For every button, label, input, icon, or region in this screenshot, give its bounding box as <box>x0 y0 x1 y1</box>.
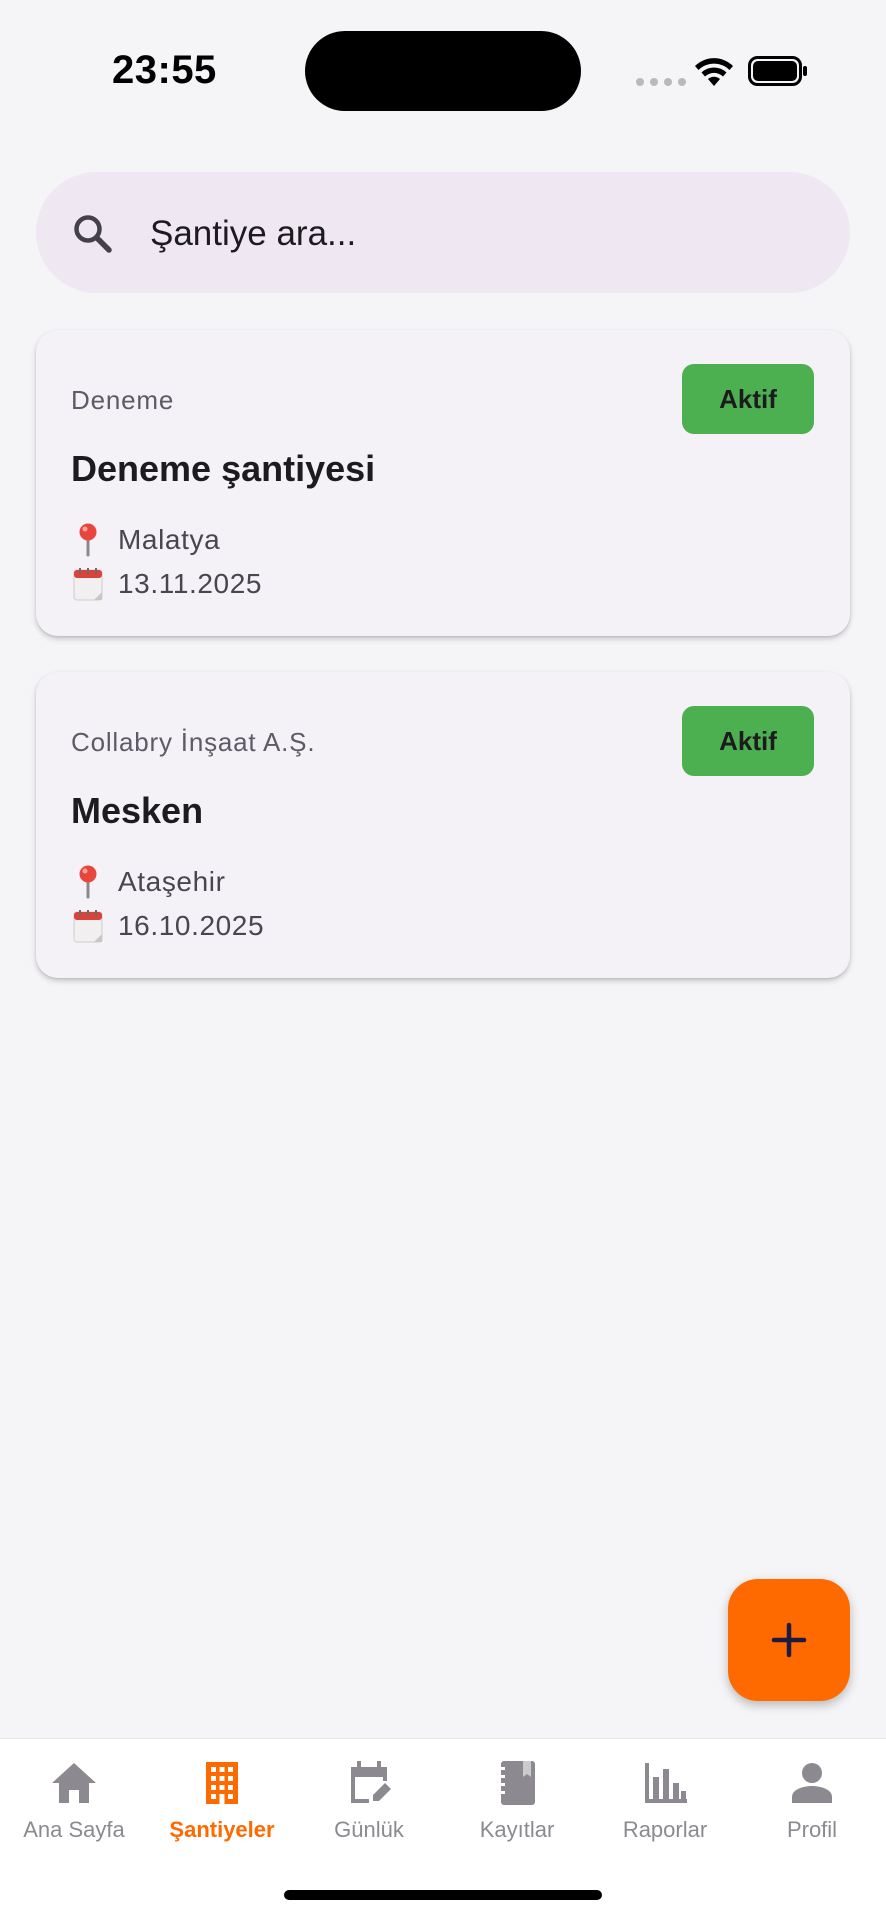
project-card[interactable]: Deneme Deneme şantiyesi Aktif Malatya 13… <box>36 330 850 636</box>
nav-label: Kayıtlar <box>479 1817 555 1842</box>
screen: 23:55 Deneme Deneme şantiyesi Aktif Mala… <box>0 0 886 1918</box>
notebook-icon <box>498 1761 535 1805</box>
home-indicator <box>284 1890 602 1900</box>
battery-icon <box>748 56 807 86</box>
status-badge: Aktif <box>682 706 814 776</box>
status-badge: Aktif <box>682 364 814 434</box>
nav-label: Ana Sayfa <box>23 1817 125 1842</box>
calendar-edit-icon <box>351 1761 391 1803</box>
nav-item-ana-sayfa[interactable]: Ana Sayfa <box>0 1739 148 1859</box>
project-name: Mesken <box>71 790 204 831</box>
plus-icon <box>771 1622 807 1658</box>
date-text: 16.10.2025 <box>118 910 265 941</box>
nav-item-gunluk[interactable]: Günlük <box>295 1739 443 1859</box>
wifi-icon <box>695 58 733 86</box>
pin-icon <box>79 865 97 899</box>
dynamic-island <box>305 31 581 111</box>
search-icon[interactable] <box>72 213 114 255</box>
date-text: 13.11.2025 <box>118 568 263 599</box>
nav-item-santiyeler[interactable]: Şantiyeler <box>148 1739 296 1859</box>
search-input[interactable] <box>150 206 810 262</box>
calendar-icon <box>73 568 103 601</box>
home-icon <box>52 1763 96 1803</box>
bar-chart-icon <box>645 1763 687 1803</box>
project-location: Malatya <box>72 522 220 558</box>
nav-item-kayitlar[interactable]: Kayıtlar <box>443 1739 591 1859</box>
add-project-button[interactable] <box>728 1579 850 1701</box>
person-icon <box>792 1763 832 1803</box>
project-location: Ataşehir <box>72 864 226 900</box>
project-date: 16.10.2025 <box>72 908 264 944</box>
nav-label: Profil <box>786 1817 838 1842</box>
cellular-signal-icon <box>636 78 686 86</box>
project-company: Deneme <box>71 385 175 415</box>
nav-item-profil[interactable]: Profil <box>738 1739 886 1859</box>
project-company: Collabry İnşaat A.Ş. <box>71 727 316 757</box>
project-card[interactable]: Collabry İnşaat A.Ş. Mesken Aktif Ataşeh… <box>36 672 850 978</box>
nav-label: Raporlar <box>622 1817 708 1842</box>
calendar-icon <box>73 910 103 943</box>
project-date: 13.11.2025 <box>72 566 262 602</box>
location-text: Ataşehir <box>118 866 226 897</box>
location-text: Malatya <box>118 524 221 555</box>
nav-label: Günlük <box>334 1817 404 1842</box>
building-icon <box>206 1762 238 1804</box>
status-time: 23:55 <box>112 48 217 92</box>
pin-icon <box>79 523 97 557</box>
project-name: Deneme şantiyesi <box>71 448 376 489</box>
nav-label: Şantiyeler <box>169 1817 275 1842</box>
nav-item-raporlar[interactable]: Raporlar <box>591 1739 739 1859</box>
